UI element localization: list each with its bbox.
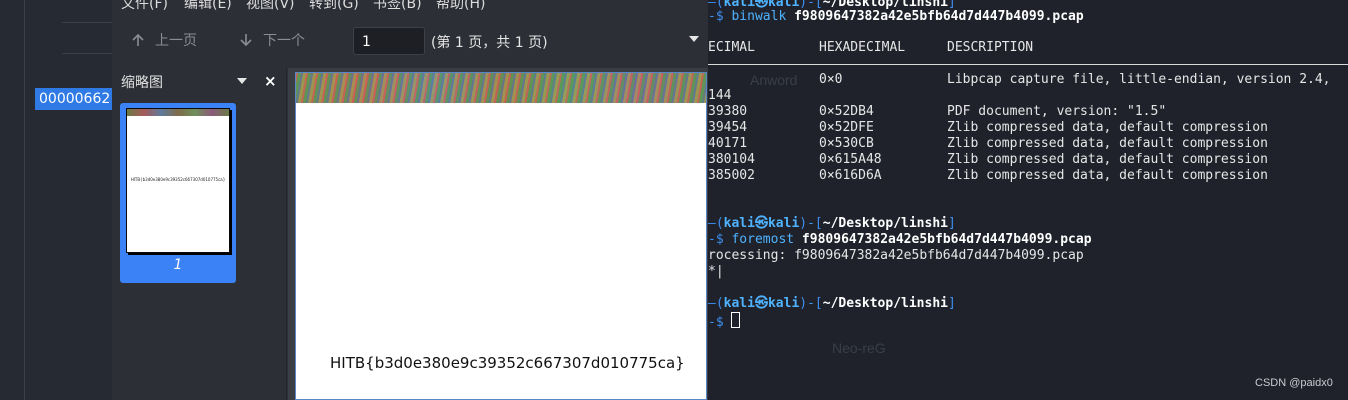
thumbnail-noise-strip	[127, 109, 229, 116]
terminal-window[interactable]: Anword Neo-reG —(kali㉿kali)-[~/Desktop/l…	[708, 0, 1348, 400]
menu-bookmarks[interactable]: 书签(B)	[373, 0, 422, 13]
divider	[62, 53, 112, 54]
pdf-viewer-window: 文件(F) 编辑(E) 视图(V) 转到(G) 书签(B) 帮助(H) 上一页 …	[112, 0, 708, 400]
thumbnail-page-number: 1	[173, 257, 183, 273]
table-cell: 0×52DB4	[819, 104, 874, 119]
caret-down-icon[interactable]	[237, 78, 247, 85]
table-cell: Zlib compressed data, default compressio…	[947, 120, 1268, 135]
table-cell: Zlib compressed data, default compressio…	[947, 136, 1268, 151]
arrow-down-icon	[240, 34, 252, 47]
page-count-label: (第 1 页，共 1 页)	[431, 35, 548, 51]
table-cell: 0×0	[819, 72, 843, 87]
background-hex-editor: 00000662	[0, 0, 116, 400]
table-header: DESCRIPTION	[947, 40, 1034, 55]
table-cell: 0×615A48	[819, 152, 882, 167]
table-cell: 144	[708, 88, 732, 103]
thumbnail-sidebar: 缩略图 × HITB{b3d0e380e9c39352c667307d01077…	[112, 68, 287, 400]
table-cell: 39380	[708, 104, 748, 119]
arrow-up-icon	[132, 33, 144, 46]
next-page-label: 下一个	[263, 33, 305, 49]
table-cell: 39454	[708, 120, 748, 135]
garbled-image-strip	[296, 73, 706, 103]
prompt-line: —(kali㉿kali)-[~/Desktop/linshi]	[708, 296, 956, 311]
thumbnail-text: HITB{b3d0e380e9c39352c667307d010775ca}	[130, 177, 226, 182]
table-cell: 385002	[708, 168, 755, 183]
document-area: HITB{b3d0e380e9c39352c667307d010775ca}	[288, 68, 708, 400]
prompt-line: —(kali㉿kali)-[~/Desktop/linshi]	[708, 216, 956, 231]
command-line: -$ binwalk f9809647382a42e5bfb64d7d447b4…	[708, 9, 1084, 24]
table-cell: 0×530CB	[819, 136, 874, 151]
menu-help[interactable]: 帮助(H)	[436, 0, 485, 13]
menu-file[interactable]: 文件(F)	[121, 0, 168, 13]
divider	[62, 22, 112, 23]
background-ghost-text: Neo-reG	[832, 340, 886, 356]
table-cell: PDF document, version: "1.5"	[947, 104, 1167, 119]
table-cell: Zlib compressed data, default compressio…	[947, 168, 1268, 183]
table-cell: 0×52DFE	[819, 120, 874, 135]
prev-page-button[interactable]: 上一页	[131, 30, 197, 50]
table-cell: 380104	[708, 152, 755, 167]
progress-line: *|	[708, 264, 724, 279]
selected-hex-offset[interactable]: 00000662	[35, 88, 116, 110]
table-cell: 40171	[708, 136, 748, 151]
toolbar: 上一页 下一个 1 (第 1 页，共 1 页)	[112, 20, 708, 62]
table-header: HEXADECIMAL	[819, 40, 906, 55]
table-cell: 0×616D6A	[819, 168, 882, 183]
menu-view[interactable]: 视图(V)	[246, 0, 295, 13]
page-thumbnail[interactable]: HITB{b3d0e380e9c39352c667307d010775ca} 1	[120, 103, 236, 283]
table-rule	[708, 64, 1348, 65]
background-ghost-text: Anword	[750, 72, 798, 88]
table-header: ECIMAL	[708, 40, 755, 55]
command-line: -$ foremost f9809647382a42e5bfb64d7d447b…	[708, 232, 1092, 247]
watermark: CSDN @paidx0	[1255, 377, 1333, 389]
thumbnail-preview: HITB{b3d0e380e9c39352c667307d010775ca}	[126, 108, 230, 253]
menu-edit[interactable]: 编辑(E)	[184, 0, 232, 13]
divider	[24, 0, 25, 400]
caret-down-icon[interactable]	[689, 36, 699, 43]
close-icon[interactable]: ×	[264, 72, 277, 90]
flag-text: HITB{b3d0e380e9c39352c667307d010775ca}	[330, 354, 685, 372]
output-line: rocessing: f9809647382a42e5bfb64d7d447b4…	[708, 248, 1084, 263]
table-cell: Libpcap capture file, little-endian, ver…	[947, 72, 1331, 87]
page-number-input[interactable]: 1	[353, 27, 425, 55]
sidebar-title: 缩略图	[121, 75, 163, 91]
prev-page-label: 上一页	[155, 33, 197, 49]
table-cell: Zlib compressed data, default compressio…	[947, 152, 1268, 167]
command-line: -$	[708, 312, 741, 331]
terminal-cursor	[731, 312, 741, 328]
menu-goto[interactable]: 转到(G)	[309, 0, 359, 13]
menu-bar: 文件(F) 编辑(E) 视图(V) 转到(G) 书签(B) 帮助(H)	[112, 0, 708, 13]
next-page-button[interactable]: 下一个	[239, 30, 305, 50]
document-page: HITB{b3d0e380e9c39352c667307d010775ca}	[295, 72, 707, 400]
